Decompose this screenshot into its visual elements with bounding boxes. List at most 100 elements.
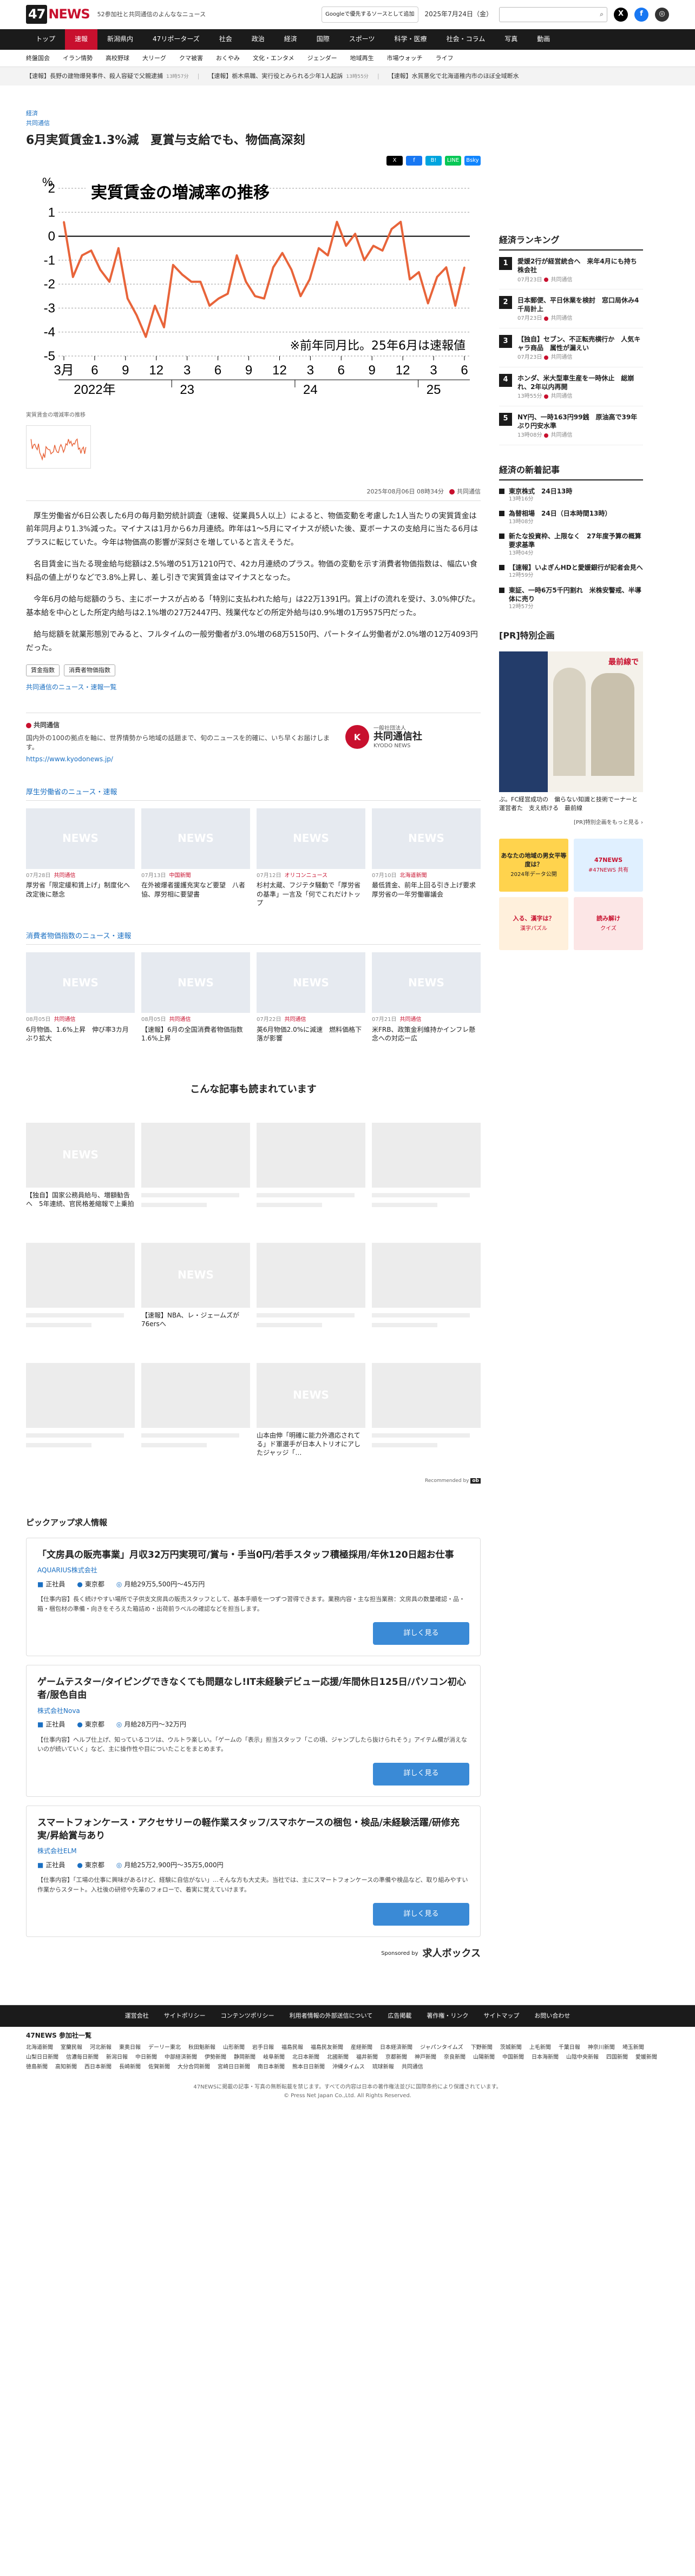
provider-url[interactable]: https://www.kyodonews.jp/ xyxy=(26,755,335,764)
recommended-item[interactable] xyxy=(257,1242,365,1356)
nav-item[interactable]: トップ xyxy=(26,29,65,50)
member-link[interactable]: 神奈川新聞 xyxy=(588,2044,615,2052)
member-link[interactable]: 長崎新聞 xyxy=(119,2063,141,2072)
member-link[interactable]: 中国新聞 xyxy=(502,2053,524,2062)
recommended-item[interactable] xyxy=(26,1362,135,1477)
ranking-item[interactable]: 5 NY円、一時163円99銭 原油高で39年ぶり円安水準 13時08分 共同通信 xyxy=(499,412,643,445)
subnav-item[interactable]: 大リーグ xyxy=(142,54,166,63)
member-link[interactable]: 埼玉新聞 xyxy=(622,2044,644,2052)
ticker-item[interactable]: 【速報】栃木県職、実行役とみられる少年1人起訴 13時55分 xyxy=(208,72,369,81)
subnav-item[interactable]: 高校野球 xyxy=(106,54,129,63)
latest-item[interactable]: 為替相場 24日（日本時間13時） 13時08分 xyxy=(499,509,643,525)
recommended-item[interactable] xyxy=(257,1122,365,1236)
footer-nav-link[interactable]: コンテンツポリシー xyxy=(221,2012,274,2020)
job-title[interactable]: スマートフォンケース・アクセサリーの軽作業スタッフ/スマホケースの梱包・検品/未… xyxy=(37,1817,469,1843)
member-link[interactable]: 共同通信 xyxy=(402,2063,423,2072)
member-link[interactable]: 山形新聞 xyxy=(223,2044,245,2052)
pr-more-link[interactable]: [PR]特別企画をもっと見る › xyxy=(499,819,643,827)
member-link[interactable]: 千葉日報 xyxy=(559,2044,580,2052)
section-title[interactable]: 厚生労働省のニュース・速報 xyxy=(26,788,481,801)
news-card[interactable]: NEWS 08月05日 共同通信 6月物価、1.6%上昇 伸び率3カ月ぶり拡大 xyxy=(26,952,135,1052)
ticker-item[interactable]: 【速報】長野の建物爆発事件、殺人容疑で父親逮捕 13時57分 xyxy=(26,72,189,81)
member-link[interactable]: 信濃毎日新聞 xyxy=(66,2053,99,2062)
recommended-item[interactable] xyxy=(141,1122,250,1236)
subnav-item[interactable]: ジェンダー xyxy=(307,54,337,63)
member-link[interactable]: 東奥日報 xyxy=(119,2044,141,2052)
member-link[interactable]: 熊本日日新聞 xyxy=(292,2063,325,2072)
recommended-item[interactable]: NEWS 【速報】NBA、レ・ジェームズが76ersへ xyxy=(141,1242,250,1356)
member-link[interactable]: 愛媛新聞 xyxy=(635,2053,657,2062)
share-button[interactable]: B! xyxy=(425,156,442,166)
article-category[interactable]: 経済 xyxy=(26,109,481,118)
member-link[interactable]: 沖縄タイムス xyxy=(332,2063,365,2072)
recommended-item[interactable] xyxy=(372,1242,481,1356)
member-link[interactable]: 神戸新聞 xyxy=(415,2053,436,2062)
nav-item[interactable]: 国際 xyxy=(307,29,339,50)
member-link[interactable]: 西日本新聞 xyxy=(84,2063,112,2072)
sidebar-ad[interactable]: あなたの地域の男女平等度は？ 2024年データ公開 xyxy=(499,839,568,892)
footer-nav-link[interactable]: 広告掲載 xyxy=(388,2012,411,2020)
figure-thumbnail[interactable] xyxy=(26,425,91,469)
member-link[interactable]: 徳島新聞 xyxy=(26,2063,48,2072)
facebook-icon[interactable]: f xyxy=(634,7,648,22)
member-link[interactable]: 新潟日報 xyxy=(106,2053,128,2062)
ticker-item[interactable]: 【速報】水質悪化で北海道稚内市のほぼ全域断水 xyxy=(388,72,519,81)
search-input[interactable]: ⌕ xyxy=(499,6,607,22)
subnav-item[interactable]: クマ被害 xyxy=(179,54,203,63)
member-link[interactable]: 山陽新聞 xyxy=(473,2053,495,2062)
member-link[interactable]: 四国新聞 xyxy=(606,2053,628,2062)
recommended-item[interactable] xyxy=(141,1362,250,1477)
member-link[interactable]: 日本経済新聞 xyxy=(380,2044,412,2052)
search-icon[interactable]: ⌕ xyxy=(600,10,604,19)
sponsor-logo[interactable]: 求人ボックス xyxy=(423,1947,481,1961)
member-link[interactable]: 大分合同新聞 xyxy=(178,2063,210,2072)
recommended-item[interactable] xyxy=(372,1362,481,1477)
news-card[interactable]: NEWS 07月21日 共同通信 米FRB、政策金利維持かインフレ懸念への対応ー広 xyxy=(372,952,481,1052)
member-link[interactable]: 山陰中央新報 xyxy=(566,2053,599,2062)
recommended-item[interactable]: NEWS 山本由伸「明確に能力外適応されてる」ド軍選手が日本人トリオにアしたジャッ… xyxy=(257,1362,365,1477)
member-link[interactable]: デーリー東北 xyxy=(148,2044,181,2052)
member-link[interactable]: 上毛新聞 xyxy=(529,2044,551,2052)
latest-item[interactable]: 新たな投資枠、上限なく 27年度予算の概算要求基準 13時04分 xyxy=(499,532,643,557)
subnav-item[interactable]: 終盤国会 xyxy=(26,54,50,63)
x-icon[interactable]: X xyxy=(614,7,628,22)
job-title[interactable]: 「文房具の販売事業」月収32万円実現可/賞与・手当0円/若手スタッフ積極採用/年… xyxy=(37,1549,469,1562)
member-link[interactable]: 中部経済新聞 xyxy=(165,2053,197,2062)
news-card[interactable]: NEWS 07月12日 オリコンニュース 杉村太蔵、フジテタ騒動で「厚労省の基準」一言… xyxy=(257,808,365,908)
member-link[interactable]: 佐賀新聞 xyxy=(148,2063,170,2072)
sidebar-ad[interactable]: 読み解け クイズ xyxy=(574,897,643,951)
member-link[interactable]: 秋田魁新報 xyxy=(188,2044,215,2052)
news-card[interactable]: NEWS 08月05日 共同通信 【速報】6月の全国消費者物価指数1.6%上昇 xyxy=(141,952,250,1052)
news-card[interactable]: NEWS 07月13日 中国新聞 在外被爆者援護充実など要望 八者協、厚労相に要望書 xyxy=(141,808,250,908)
footer-nav-link[interactable]: 利用者情報の外部送信について xyxy=(290,2012,373,2020)
nav-item[interactable]: 社会・コラム xyxy=(437,29,495,50)
share-button[interactable]: X xyxy=(386,156,403,166)
globe-icon[interactable]: ◎ xyxy=(655,7,669,22)
member-link[interactable]: 奈良新聞 xyxy=(444,2053,465,2062)
recommended-item[interactable]: NEWS 【独自】国家公務員給与、増額勧告へ 5年連続、官民格差縮報で上乗拍 xyxy=(26,1122,135,1236)
member-link[interactable]: 福井新聞 xyxy=(356,2053,378,2062)
tag-link[interactable]: 賃金指数 xyxy=(26,664,60,677)
ranking-item[interactable]: 3 【独自】セブン、不正転売横行か 人気キャラ商品 属性が漏えい 07月23日 共同通… xyxy=(499,334,643,367)
nav-item[interactable]: 新潟県内 xyxy=(97,29,143,50)
section-title[interactable]: 消費者物価指数のニュース・速報 xyxy=(26,932,481,945)
recommended-item[interactable] xyxy=(372,1122,481,1236)
site-logo[interactable]: 47 NEWS xyxy=(26,5,90,24)
footer-nav-link[interactable]: サイトポリシー xyxy=(164,2012,206,2020)
subnav-item[interactable]: おくやみ xyxy=(216,54,240,63)
tag-link[interactable]: 消費者物価指数 xyxy=(64,664,115,677)
member-link[interactable]: 高知新聞 xyxy=(55,2063,77,2072)
share-button[interactable]: LINE xyxy=(445,156,461,166)
member-link[interactable]: 茨城新聞 xyxy=(500,2044,522,2052)
member-link[interactable]: ジャパンタイムズ xyxy=(420,2044,463,2052)
job-details-button[interactable]: 詳しく見る xyxy=(373,1903,469,1926)
member-link[interactable]: 静岡新聞 xyxy=(234,2053,255,2062)
member-link[interactable]: 室蘭民報 xyxy=(61,2044,82,2052)
nav-item[interactable]: 47リポーターズ xyxy=(143,29,209,50)
news-card[interactable]: NEWS 07月10日 北海道新聞 最低賃金、前年上回る引き上げ要求 厚労省の一年労働… xyxy=(372,808,481,908)
member-link[interactable]: 中日新聞 xyxy=(135,2053,157,2062)
nav-item[interactable]: スポーツ xyxy=(339,29,385,50)
member-link[interactable]: 北國新聞 xyxy=(327,2053,349,2062)
job-title[interactable]: ゲームテスター/タイピングできなくても問題なし!IT未経験デビュー応援/年間休日… xyxy=(37,1676,469,1702)
sidebar-ad[interactable]: 47NEWS #47NEWS 共有 xyxy=(574,839,643,892)
